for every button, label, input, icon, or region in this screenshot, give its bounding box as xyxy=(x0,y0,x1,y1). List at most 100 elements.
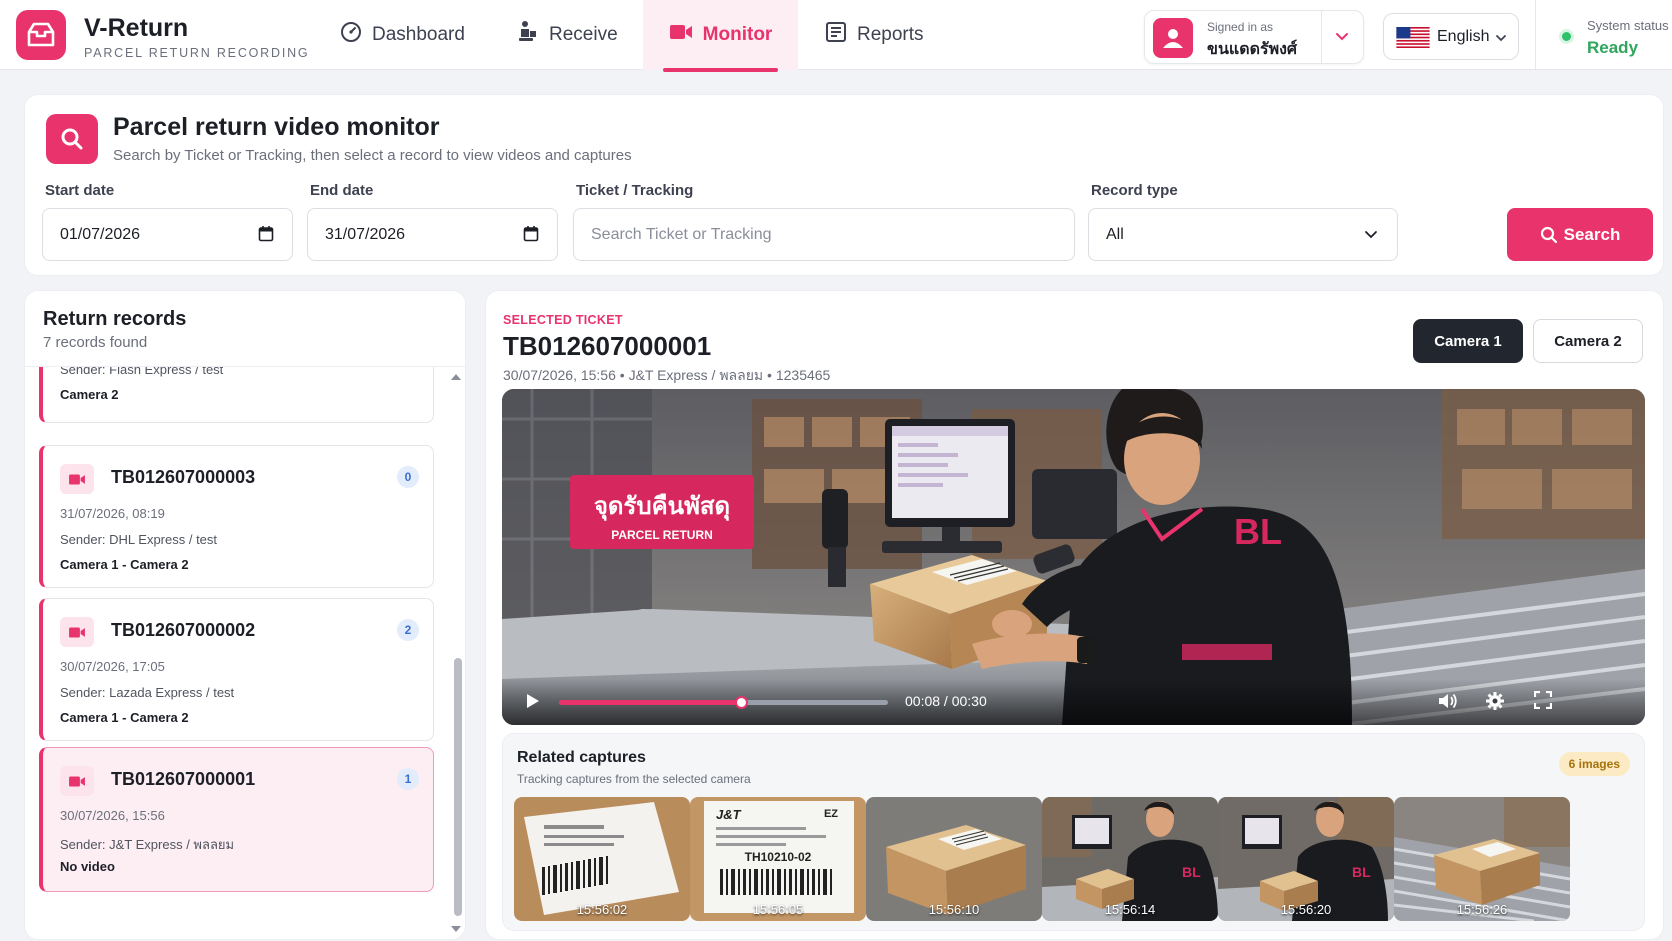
captures-count-badge: 6 images xyxy=(1558,752,1630,776)
play-icon[interactable] xyxy=(522,691,542,716)
status-divider xyxy=(1535,0,1536,70)
record-sender: Sender: J&T Express / พลลยม xyxy=(60,837,235,852)
nav-reports-label: Reports xyxy=(857,24,924,45)
user-signed-in-label: Signed in as xyxy=(1207,20,1274,34)
records-title: Return records xyxy=(43,308,187,330)
language-select[interactable]: English xyxy=(1383,13,1519,60)
end-date-label: End date xyxy=(310,182,374,199)
calendar-icon[interactable] xyxy=(258,225,274,247)
record-count-badge: 1 xyxy=(397,768,419,790)
label-tracking-text: TH10210-02 xyxy=(745,850,812,864)
record-camera: No video xyxy=(60,859,115,874)
record-type-select[interactable]: All xyxy=(1088,208,1398,261)
record-count-badge: 0 xyxy=(397,466,419,488)
video-frame: จุดรับคืนพัสดุ PARCEL RETURN BL xyxy=(502,389,1645,725)
chevron-down-icon[interactable] xyxy=(1333,27,1351,50)
nav-reports[interactable]: Reports xyxy=(825,0,924,70)
app-title: V-Return xyxy=(84,14,189,42)
record-date: 30/07/2026, 17:05 xyxy=(60,659,165,674)
camera-2-button[interactable]: Camera 2 xyxy=(1533,319,1643,363)
gauge-icon xyxy=(340,21,372,49)
ticket-tracking-input[interactable] xyxy=(591,225,1057,244)
capture-thumbnail[interactable]: 15:56:10 xyxy=(866,797,1042,921)
record-card[interactable]: TB012607000003 0 31/07/2026, 08:19 Sende… xyxy=(39,445,434,588)
captures-title: Related captures xyxy=(517,749,646,766)
video-camera-icon xyxy=(60,766,94,796)
video-camera-icon xyxy=(60,617,94,647)
video-progress-bar[interactable] xyxy=(559,696,888,709)
scroll-up-arrow-icon[interactable] xyxy=(449,369,463,387)
video-progress-knob[interactable] xyxy=(734,696,748,709)
captures-subtitle: Tracking captures from the selected came… xyxy=(517,772,751,786)
video-progress-fill xyxy=(559,700,742,705)
chevron-down-icon xyxy=(1494,31,1508,50)
record-count-badge: 2 xyxy=(397,619,419,641)
capture-time: 15:56:20 xyxy=(1280,902,1332,917)
calendar-icon[interactable] xyxy=(523,225,539,247)
record-card[interactable]: TB012607000002 2 30/07/2026, 17:05 Sende… xyxy=(39,598,434,741)
record-sender: Sender: Lazada Express / test xyxy=(60,685,235,700)
top-bar: V-Return PARCEL RETURN RECORDING Dashboa… xyxy=(0,0,1672,72)
scroll-down-arrow-icon[interactable] xyxy=(449,921,463,939)
user-divider xyxy=(1321,11,1322,63)
user-avatar-icon xyxy=(1153,18,1193,58)
video-camera-icon xyxy=(60,464,94,494)
end-date-field[interactable]: 31/07/2026 xyxy=(307,208,558,261)
video-player[interactable]: จุดรับคืนพัสดุ PARCEL RETURN BL 00:08 / … xyxy=(502,389,1645,725)
records-header-mask: Return records 7 records found xyxy=(25,291,465,366)
records-panel: Return records 7 records found Sender: F… xyxy=(24,290,466,940)
capture-thumbnail[interactable]: BL 15:56:20 xyxy=(1218,797,1394,921)
label-code-text: EZ xyxy=(824,808,838,820)
start-date-field[interactable]: 01/07/2026 xyxy=(42,208,293,261)
page-subtitle: Search by Ticket or Tracking, then selec… xyxy=(113,147,632,164)
record-ticket: TB012607000002 xyxy=(111,620,256,640)
report-icon xyxy=(825,21,857,49)
record-ticket: TB012607000003 xyxy=(111,467,256,487)
capture-thumbnail[interactable]: J&T EZ TH10210-02 15:56:05 xyxy=(690,797,866,921)
capture-thumbnail[interactable]: 15:56:02 xyxy=(514,797,690,921)
shirt-logo-text: BL xyxy=(1234,511,1282,552)
search-button[interactable]: Search xyxy=(1507,208,1653,261)
app-subtitle: PARCEL RETURN RECORDING xyxy=(84,46,310,60)
volume-icon[interactable] xyxy=(1437,691,1459,716)
start-date-value: 01/07/2026 xyxy=(60,225,141,243)
nav-receive-label: Receive xyxy=(549,24,618,45)
fullscreen-icon[interactable] xyxy=(1533,690,1553,714)
capture-thumbnail[interactable]: 15:56:26 xyxy=(1394,797,1570,921)
ticket-tracking-field[interactable] xyxy=(573,208,1075,261)
end-date-value: 31/07/2026 xyxy=(325,225,406,243)
record-card-selected[interactable]: TB012607000001 1 30/07/2026, 15:56 Sende… xyxy=(39,747,434,892)
ticket-tracking-label: Ticket / Tracking xyxy=(576,182,694,199)
capture-time: 15:56:14 xyxy=(1104,902,1156,917)
record-date: 30/07/2026, 15:56 xyxy=(60,808,165,823)
capture-time: 15:56:26 xyxy=(1456,902,1508,917)
capture-thumbnail[interactable]: BL 15:56:14 xyxy=(1042,797,1218,921)
selected-ticket-meta: 30/07/2026, 15:56 • J&T Express / พลลยม … xyxy=(503,367,831,383)
search-button-label: Search xyxy=(1563,224,1621,244)
nav-monitor[interactable]: Monitor xyxy=(643,0,798,70)
person-dolly-icon xyxy=(515,20,549,50)
label-brand-text: J&T xyxy=(716,807,742,822)
user-name: ขนแดดรัพงศ์ xyxy=(1207,41,1298,58)
record-type-label: Record type xyxy=(1091,182,1178,199)
page-title: Parcel return video monitor xyxy=(113,113,440,141)
scrollbar-thumb[interactable] xyxy=(454,658,462,916)
selected-ticket-number: TB012607000001 xyxy=(503,331,712,361)
sign-thai-text: จุดรับคืนพัสดุ xyxy=(594,492,730,522)
user-menu[interactable]: Signed in as ขนแดดรัพงศ์ xyxy=(1144,10,1364,64)
detail-panel: SELECTED TICKET TB012607000001 30/07/202… xyxy=(485,290,1664,940)
capture-time: 15:56:10 xyxy=(928,902,980,917)
nav-receive[interactable]: Receive xyxy=(515,0,618,70)
svg-text:BL: BL xyxy=(1352,864,1371,880)
record-sender: Sender: DHL Express / test xyxy=(60,532,218,547)
related-captures: Related captures Tracking captures from … xyxy=(502,733,1645,931)
video-controls: 00:08 / 00:30 xyxy=(502,679,1645,725)
selected-ticket-kicker: SELECTED TICKET xyxy=(503,313,623,327)
video-camera-icon xyxy=(669,23,703,47)
settings-gear-icon[interactable] xyxy=(1485,691,1505,716)
app-logo-icon xyxy=(16,10,66,60)
nav-dashboard[interactable]: Dashboard xyxy=(340,0,465,70)
camera-1-button[interactable]: Camera 1 xyxy=(1413,319,1523,363)
record-date: 31/07/2026, 08:19 xyxy=(60,506,165,521)
nav-active-indicator xyxy=(663,68,778,72)
